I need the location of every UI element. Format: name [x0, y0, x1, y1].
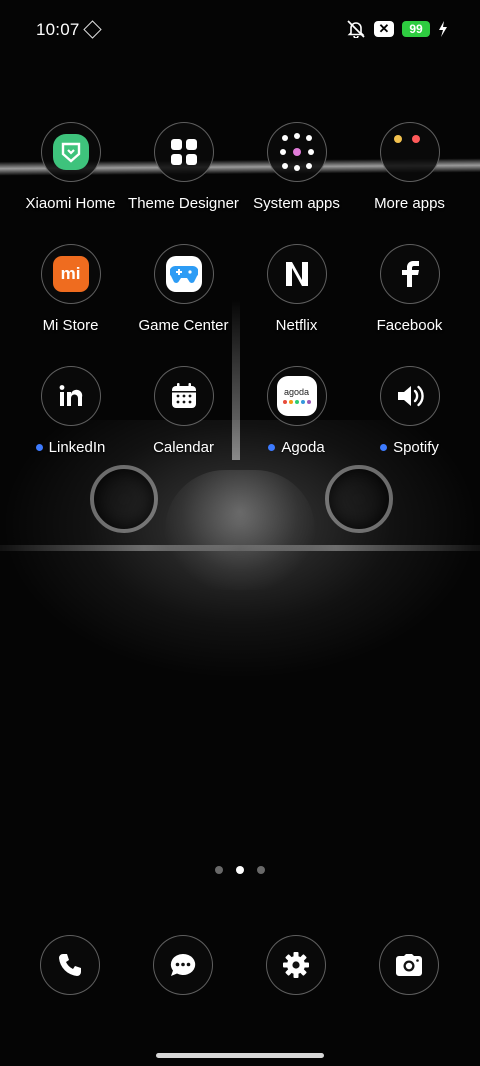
status-time: 10:07 — [36, 20, 80, 39]
mi-store-icon[interactable]: mi — [40, 244, 101, 304]
facebook-icon[interactable] — [379, 244, 440, 304]
app-linkedin[interactable]: LinkedIn — [14, 366, 127, 456]
folder-icon[interactable] — [379, 122, 440, 182]
page-indicator — [0, 866, 480, 874]
app-xiaomi-home[interactable]: Xiaomi Home — [14, 122, 127, 212]
app-spotify[interactable]: Spotify — [353, 366, 466, 456]
app-label: Spotify — [353, 439, 466, 456]
status-bar: 10:07 ✕ 99 — [0, 0, 480, 62]
new-install-dot — [380, 444, 388, 451]
linkedin-icon[interactable] — [40, 366, 101, 426]
folder-system-apps[interactable]: System apps — [240, 122, 353, 212]
folder-more-apps[interactable]: More apps — [353, 122, 466, 212]
page-dot[interactable] — [215, 866, 223, 874]
location-diamond-icon — [83, 20, 102, 39]
netflix-icon[interactable] — [266, 244, 327, 304]
app-label: System apps — [253, 195, 340, 212]
charging-bolt-icon — [439, 21, 447, 37]
app-label: Mi Store — [42, 317, 99, 334]
app-label: Agoda — [240, 439, 353, 456]
new-install-dot — [268, 444, 276, 451]
app-label: Calendar — [153, 439, 214, 456]
page-dot-active[interactable] — [236, 866, 244, 874]
app-netflix[interactable]: Netflix — [240, 244, 353, 334]
page-dot[interactable] — [257, 866, 265, 874]
app-theme-designer[interactable]: Theme Designer — [127, 122, 240, 212]
app-label: Xiaomi Home — [25, 195, 116, 212]
phone-icon[interactable] — [40, 935, 100, 995]
folder-icon[interactable] — [266, 122, 327, 182]
app-label: Theme Designer — [128, 195, 239, 212]
app-facebook[interactable]: Facebook — [353, 244, 466, 334]
silent-bell-icon — [347, 20, 365, 38]
app-label: LinkedIn — [14, 439, 127, 456]
app-label: Game Center — [138, 317, 229, 334]
messages-icon[interactable] — [153, 935, 213, 995]
app-mi-store[interactable]: mi Mi Store — [14, 244, 127, 334]
agoda-icon[interactable]: agoda — [266, 366, 327, 426]
app-agoda[interactable]: agoda Agoda — [240, 366, 353, 456]
camera-icon[interactable] — [379, 935, 439, 995]
grid-four-icon[interactable] — [153, 122, 214, 182]
app-game-center[interactable]: Game Center — [127, 244, 240, 334]
settings-icon[interactable] — [266, 935, 326, 995]
no-sim-icon: ✕ — [374, 21, 394, 37]
app-label: More apps — [374, 195, 445, 212]
gamepad-icon[interactable] — [153, 244, 214, 304]
home-gesture-bar[interactable] — [156, 1053, 324, 1058]
speaker-icon[interactable] — [379, 366, 440, 426]
new-install-dot — [35, 444, 43, 451]
xiaomi-home-icon[interactable] — [40, 122, 101, 182]
calendar-icon[interactable] — [153, 366, 214, 426]
app-label: Netflix — [275, 317, 318, 334]
app-calendar[interactable]: Calendar — [127, 366, 240, 456]
battery-icon: 99 — [402, 21, 430, 37]
app-label: Facebook — [376, 317, 443, 334]
